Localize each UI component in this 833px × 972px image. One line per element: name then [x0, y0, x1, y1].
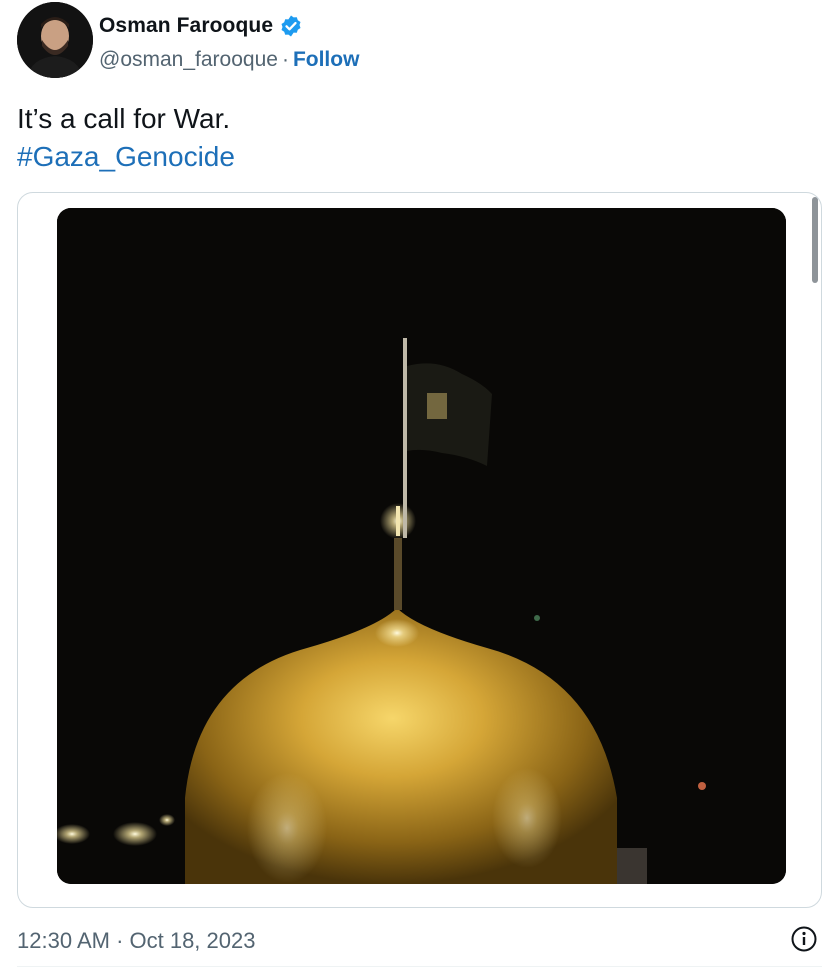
scrollbar[interactable]: [812, 197, 818, 283]
author-handle[interactable]: @osman_farooque: [99, 48, 278, 72]
divider: [17, 966, 822, 967]
info-icon[interactable]: [790, 925, 818, 953]
follow-button[interactable]: Follow: [293, 48, 360, 72]
avatar[interactable]: [17, 2, 93, 78]
author-handle-row: @osman_farooque · Follow: [99, 48, 359, 72]
hashtag-link[interactable]: #Gaza_Genocide: [17, 138, 235, 176]
author-name[interactable]: Osman Farooque: [99, 14, 273, 38]
tweet-header: Osman Farooque @osman_farooque · Follow: [17, 2, 817, 82]
tweet-text: It’s a call for War. #Gaza_Genocide: [17, 100, 235, 176]
author-name-row: Osman Farooque: [99, 14, 303, 38]
media-card: [17, 192, 822, 908]
tweet-body: It’s a call for War.: [17, 103, 231, 134]
tweet-timestamp[interactable]: 12:30 AM · Oct 18, 2023: [17, 928, 255, 954]
separator-dot: ·: [281, 48, 289, 71]
verified-badge-icon: [279, 14, 303, 38]
tweet-photo[interactable]: [57, 208, 786, 884]
